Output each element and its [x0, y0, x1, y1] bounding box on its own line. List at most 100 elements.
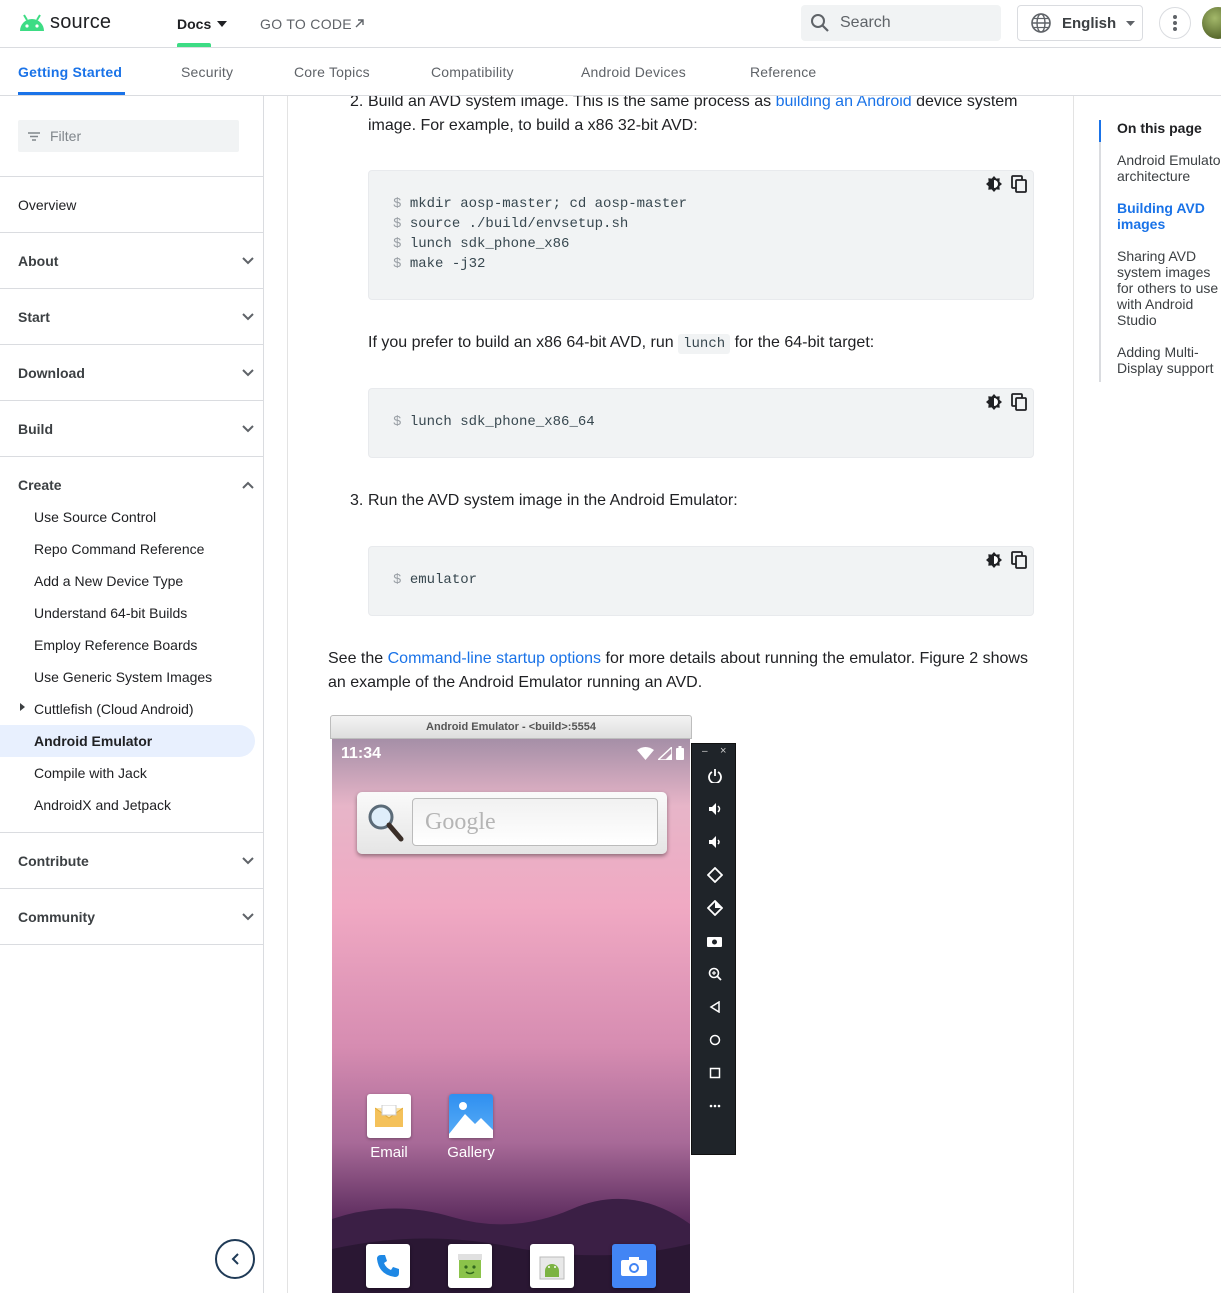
- dock-store[interactable]: [530, 1244, 574, 1288]
- copy-icon[interactable]: [1011, 175, 1027, 193]
- section-tabs: Getting Started Security Core Topics Com…: [0, 48, 1221, 96]
- external-link-icon: [355, 19, 364, 28]
- search-box[interactable]: [801, 5, 1001, 41]
- code-block: $ emulator: [368, 546, 1034, 616]
- sidebar-section-download[interactable]: Download: [18, 361, 254, 385]
- globe-icon: [1031, 13, 1051, 33]
- sidebar-section-start[interactable]: Start: [18, 305, 254, 329]
- docs-label: Docs: [177, 15, 212, 32]
- search-input[interactable]: [840, 14, 980, 32]
- go-to-code-link[interactable]: GO TO CODE: [260, 0, 364, 47]
- divider: [0, 888, 263, 889]
- tab-security[interactable]: Security: [181, 48, 233, 96]
- dock-messages[interactable]: [448, 1244, 492, 1288]
- more-button[interactable]: [692, 1094, 737, 1118]
- overview-button[interactable]: [692, 1061, 737, 1085]
- toc-item-sharing-avd-images[interactable]: Sharing AVD system images for others to …: [1117, 248, 1221, 328]
- toc-item-multi-display[interactable]: Adding Multi-Display support: [1117, 344, 1221, 376]
- sidebar-item-use-source-control[interactable]: Use Source Control: [34, 505, 156, 529]
- sidebar-item-label: Overview: [18, 197, 77, 213]
- app-gallery[interactable]: Gallery: [436, 1094, 506, 1161]
- dock-phone[interactable]: [366, 1244, 410, 1288]
- docs-menu[interactable]: Docs: [177, 0, 228, 47]
- expand-arrow-icon[interactable]: [20, 703, 25, 711]
- filter-icon: [28, 131, 40, 141]
- rotate-right-icon: [706, 900, 723, 916]
- sidebar-item-reference-boards[interactable]: Employ Reference Boards: [34, 633, 197, 657]
- dark-mode-toggle-icon[interactable]: [985, 551, 1003, 569]
- tab-reference[interactable]: Reference: [750, 48, 816, 96]
- google-search-widget[interactable]: Google: [357, 792, 667, 854]
- status-icons: [637, 746, 684, 760]
- rotate-left-button[interactable]: [692, 863, 737, 887]
- tab-android-devices[interactable]: Android Devices: [581, 48, 686, 96]
- divider: [0, 176, 263, 177]
- rotate-right-button[interactable]: [692, 896, 737, 920]
- screenshot-button[interactable]: [692, 929, 737, 953]
- emulator-title-bar: Android Emulator - <build>:5554: [330, 715, 692, 739]
- inline-code: lunch: [678, 334, 731, 354]
- language-selector[interactable]: English: [1017, 5, 1143, 41]
- more-options-button[interactable]: [1159, 7, 1191, 39]
- sidebar-item-add-device-type[interactable]: Add a New Device Type: [34, 569, 183, 593]
- sidebar-item-64bit-builds[interactable]: Understand 64-bit Builds: [34, 601, 187, 625]
- sidebar-item-android-emulator[interactable]: Android Emulator: [34, 729, 152, 753]
- power-button[interactable]: [692, 764, 737, 788]
- sidebar-item-overview[interactable]: Overview: [18, 193, 254, 217]
- app-email[interactable]: Email: [354, 1094, 424, 1161]
- see-also-paragraph-cont: an example of the Android Emulator runni…: [328, 674, 703, 691]
- step-2-text: Build an AVD system image. This is the s…: [368, 96, 1048, 114]
- dropdown-arrow-icon: [217, 20, 228, 27]
- avatar[interactable]: [1202, 7, 1221, 39]
- sidebar-section-create[interactable]: Create: [18, 473, 254, 497]
- toc-track: [1099, 120, 1101, 382]
- volume-up-button[interactable]: [692, 797, 737, 821]
- google-search-box[interactable]: Google: [412, 798, 658, 846]
- docs-active-indicator: [177, 43, 211, 47]
- divider: [0, 344, 263, 345]
- power-icon: [707, 769, 722, 783]
- back-button[interactable]: [692, 995, 737, 1019]
- sidebar-item-cuttlefish[interactable]: Cuttlefish (Cloud Android): [34, 697, 194, 721]
- sidebar-item-androidx-jetpack[interactable]: AndroidX and Jetpack: [34, 793, 171, 817]
- tab-compatibility[interactable]: Compatibility: [431, 48, 514, 96]
- sidebar-section-community[interactable]: Community: [18, 905, 254, 929]
- close-icon[interactable]: ×: [720, 745, 726, 757]
- tab-core-topics[interactable]: Core Topics: [294, 48, 370, 96]
- sidebar-section-contribute[interactable]: Contribute: [18, 849, 254, 873]
- volume-down-button[interactable]: [692, 830, 737, 854]
- home-icon: [709, 1034, 720, 1046]
- building-android-link[interactable]: building an Android: [776, 96, 912, 110]
- dark-mode-toggle-icon[interactable]: [985, 393, 1003, 411]
- chevron-down-icon: [242, 369, 254, 377]
- text-span: See the: [328, 650, 388, 667]
- volume-up-icon: [708, 803, 720, 815]
- collapse-sidebar-button[interactable]: [215, 1239, 255, 1279]
- minimize-icon[interactable]: –: [702, 746, 708, 757]
- toc-item-building-avd-images[interactable]: Building AVD images: [1117, 200, 1221, 232]
- code-line: $ lunch sdk_phone_x86: [393, 236, 570, 252]
- dock-camera[interactable]: [612, 1244, 656, 1288]
- command-line-options-link[interactable]: Command-line startup options: [388, 650, 601, 667]
- copy-icon[interactable]: [1011, 393, 1027, 411]
- chevron-down-icon: [242, 913, 254, 921]
- toc-item-emulator-architecture[interactable]: Android Emulator architecture: [1117, 152, 1221, 184]
- envelope-icon: [375, 1105, 403, 1127]
- sidebar-item-repo-command-reference[interactable]: Repo Command Reference: [34, 537, 204, 561]
- home-button[interactable]: [692, 1028, 737, 1052]
- dark-mode-toggle-icon[interactable]: [985, 175, 1003, 193]
- zoom-button[interactable]: [692, 962, 737, 986]
- filter-input[interactable]: Filter: [18, 120, 239, 152]
- sidebar-item-compile-with-jack[interactable]: Compile with Jack: [34, 761, 147, 785]
- sidebar-section-about[interactable]: About: [18, 249, 254, 273]
- site-logo[interactable]: source: [18, 11, 111, 34]
- sidebar-section-label: Start: [18, 309, 50, 325]
- sidebar-section-build[interactable]: Build: [18, 417, 254, 441]
- chevron-down-icon: [242, 425, 254, 433]
- copy-icon[interactable]: [1011, 551, 1027, 569]
- image-icon: [449, 1102, 493, 1138]
- sidebar-item-generic-system-images[interactable]: Use Generic System Images: [34, 665, 212, 689]
- tab-getting-started[interactable]: Getting Started: [18, 48, 122, 96]
- code-toolbar: [985, 175, 1027, 193]
- sidebar-section-label: Build: [18, 421, 53, 437]
